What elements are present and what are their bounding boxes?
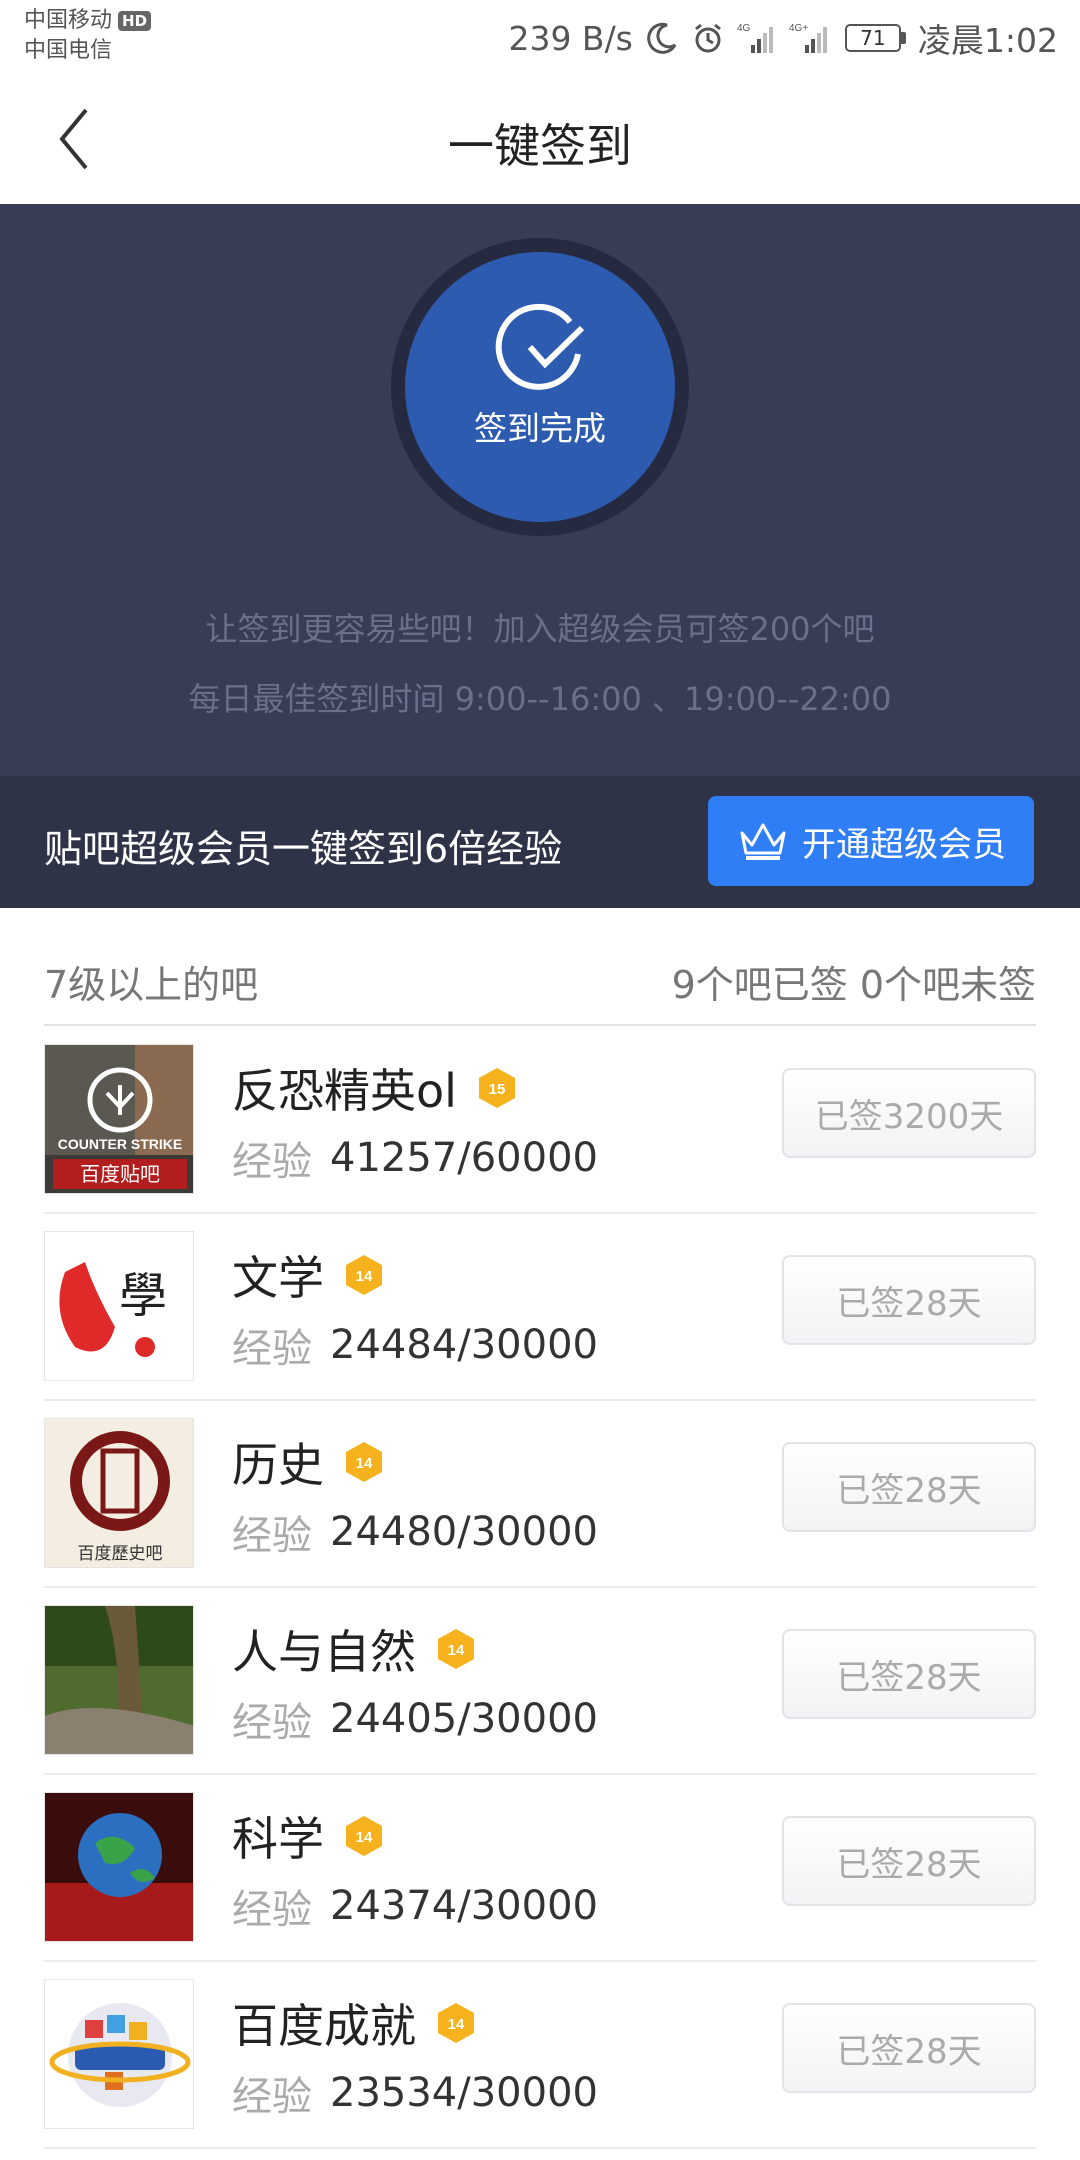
exp-value: 41257/60000	[330, 1135, 598, 1181]
vip-tip: 让签到更容易些吧！加入超级会员可签200个吧	[205, 610, 875, 648]
signal-icon-2: 4G+	[789, 21, 833, 55]
signed-status-button[interactable]: 已签3200天	[782, 1068, 1036, 1158]
level-number: 14	[356, 1455, 373, 1472]
lishi-caption: 百度歷史吧	[78, 1544, 163, 1564]
exp-value: 24374/30000	[330, 1883, 598, 1929]
bar-name: 反恐精英ol	[232, 1064, 457, 1118]
level-badge-icon: 14	[438, 2003, 474, 2043]
carrier-1: 中国移动	[24, 8, 113, 33]
list-item[interactable]: 百度歷史吧 历史 14 经验 24480/30000 已签28天	[44, 1401, 1036, 1588]
signed-status-button[interactable]: 已签28天	[782, 1255, 1036, 1345]
level-badge-icon: 14	[346, 1255, 382, 1295]
bar-avatar	[44, 1792, 194, 1942]
bar-list-header: 7级以上的吧 9个吧已签 0个吧未签	[44, 940, 1036, 1026]
level-number: 14	[356, 1829, 373, 1846]
exp-value: 24484/30000	[330, 1322, 598, 1368]
carrier-info: 中国移动 HD 中国电信	[24, 6, 152, 66]
bar-avatar: 百度歷史吧	[44, 1418, 194, 1568]
sign-status-circle: 签到完成	[405, 252, 675, 522]
sign-status-ring: 签到完成	[391, 238, 689, 536]
list-item[interactable]: 人与自然 14 经验 24405/30000 已签28天	[44, 1588, 1036, 1775]
network-type-1: 4G	[737, 23, 751, 34]
page-title: 一键签到	[448, 119, 632, 173]
app-header: 一键签到	[0, 70, 1080, 204]
bar-name: 历史	[232, 1438, 324, 1492]
exp-value: 24405/30000	[330, 1696, 598, 1742]
level-badge-icon: 14	[438, 1629, 474, 1669]
wenxue-logo-char: 學	[119, 1268, 167, 1324]
exp-label: 经验	[232, 1139, 312, 1185]
carrier-2: 中国电信	[24, 38, 113, 63]
level-badge-icon: 14	[346, 1816, 382, 1856]
signed-status-button[interactable]: 已签28天	[782, 1629, 1036, 1719]
exp-label: 经验	[232, 1700, 312, 1746]
level-number: 14	[448, 2016, 465, 2033]
sign-summary: 9个吧已签 0个吧未签	[671, 963, 1036, 1007]
bar-name: 科学	[232, 1812, 324, 1866]
status-bar: 中国移动 HD 中国电信 239 B/s 4G 4G+ 71 凌晨1:02	[0, 0, 1080, 70]
bar-list-title: 7级以上的吧	[44, 963, 259, 1007]
open-vip-button[interactable]: 开通超级会员	[708, 796, 1034, 886]
level-number: 14	[356, 1268, 373, 1285]
crown-icon	[740, 823, 786, 860]
battery-icon: 71	[844, 24, 906, 52]
best-time-tip: 每日最佳签到时间 9:00--16:00 、19:00--22:00	[188, 680, 892, 718]
bar-avatar: 學	[44, 1231, 194, 1381]
level-badge-icon: 15	[478, 1068, 515, 1108]
exp-label: 经验	[232, 1326, 312, 1372]
signed-status-button[interactable]: 已签28天	[782, 2003, 1036, 2093]
signed-status-button[interactable]: 已签28天	[782, 1442, 1036, 1532]
clock: 凌晨1:02	[917, 21, 1058, 60]
alarm-icon	[691, 21, 725, 55]
network-speed: 239 B/s	[508, 18, 633, 58]
bar-list: COUNTER STRIKE 百度贴吧 反恐精英ol 15 经验 41257/6…	[44, 1027, 1036, 2149]
level-number: 14	[448, 1642, 465, 1659]
network-type-2: 4G+	[789, 23, 808, 34]
signed-status-button[interactable]: 已签28天	[782, 1816, 1036, 1906]
level-badge-icon: 14	[346, 1442, 382, 1482]
vip-promo-bar: 贴吧超级会员一键签到6倍经验 开通超级会员	[0, 776, 1080, 908]
signal-icon-1: 4G	[737, 21, 777, 55]
bar-name: 百度成就	[232, 1999, 416, 2053]
moon-icon	[645, 21, 679, 55]
hd-badge: HD	[118, 11, 152, 31]
bar-avatar: COUNTER STRIKE 百度贴吧	[44, 1044, 194, 1194]
list-item[interactable]: 科学 14 经验 24374/30000 已签28天	[44, 1775, 1036, 1962]
battery-level: 71	[844, 24, 901, 52]
level-number: 15	[489, 1081, 506, 1098]
exp-label: 经验	[232, 1887, 312, 1933]
sign-status-panel: 签到完成 让签到更容易些吧！加入超级会员可签200个吧 每日最佳签到时间 9:0…	[0, 204, 1080, 776]
vip-promo-text: 贴吧超级会员一键签到6倍经验	[44, 827, 563, 871]
bar-name: 文学	[232, 1251, 324, 1305]
check-circle-icon	[495, 303, 585, 390]
exp-value: 24480/30000	[330, 1509, 598, 1555]
bar-avatar	[44, 1605, 194, 1755]
bar-avatar	[44, 1979, 194, 2129]
exp-label: 经验	[232, 1513, 312, 1559]
list-item[interactable]: COUNTER STRIKE 百度贴吧 反恐精英ol 15 经验 41257/6…	[44, 1027, 1036, 1214]
open-vip-label: 开通超级会员	[802, 824, 1006, 865]
cs-logo-text: COUNTER STRIKE	[58, 1136, 182, 1152]
exp-label: 经验	[232, 2074, 312, 2120]
exp-value: 23534/30000	[330, 2070, 598, 2116]
list-item[interactable]: 學 文学 14 经验 24484/30000 已签28天	[44, 1214, 1036, 1401]
bar-name: 人与自然	[232, 1625, 416, 1679]
cs-caption: 百度贴吧	[80, 1162, 160, 1186]
list-item[interactable]: 百度成就 14 经验 23534/30000 已签28天	[44, 1962, 1036, 2149]
sign-status-label: 签到完成	[474, 409, 606, 448]
